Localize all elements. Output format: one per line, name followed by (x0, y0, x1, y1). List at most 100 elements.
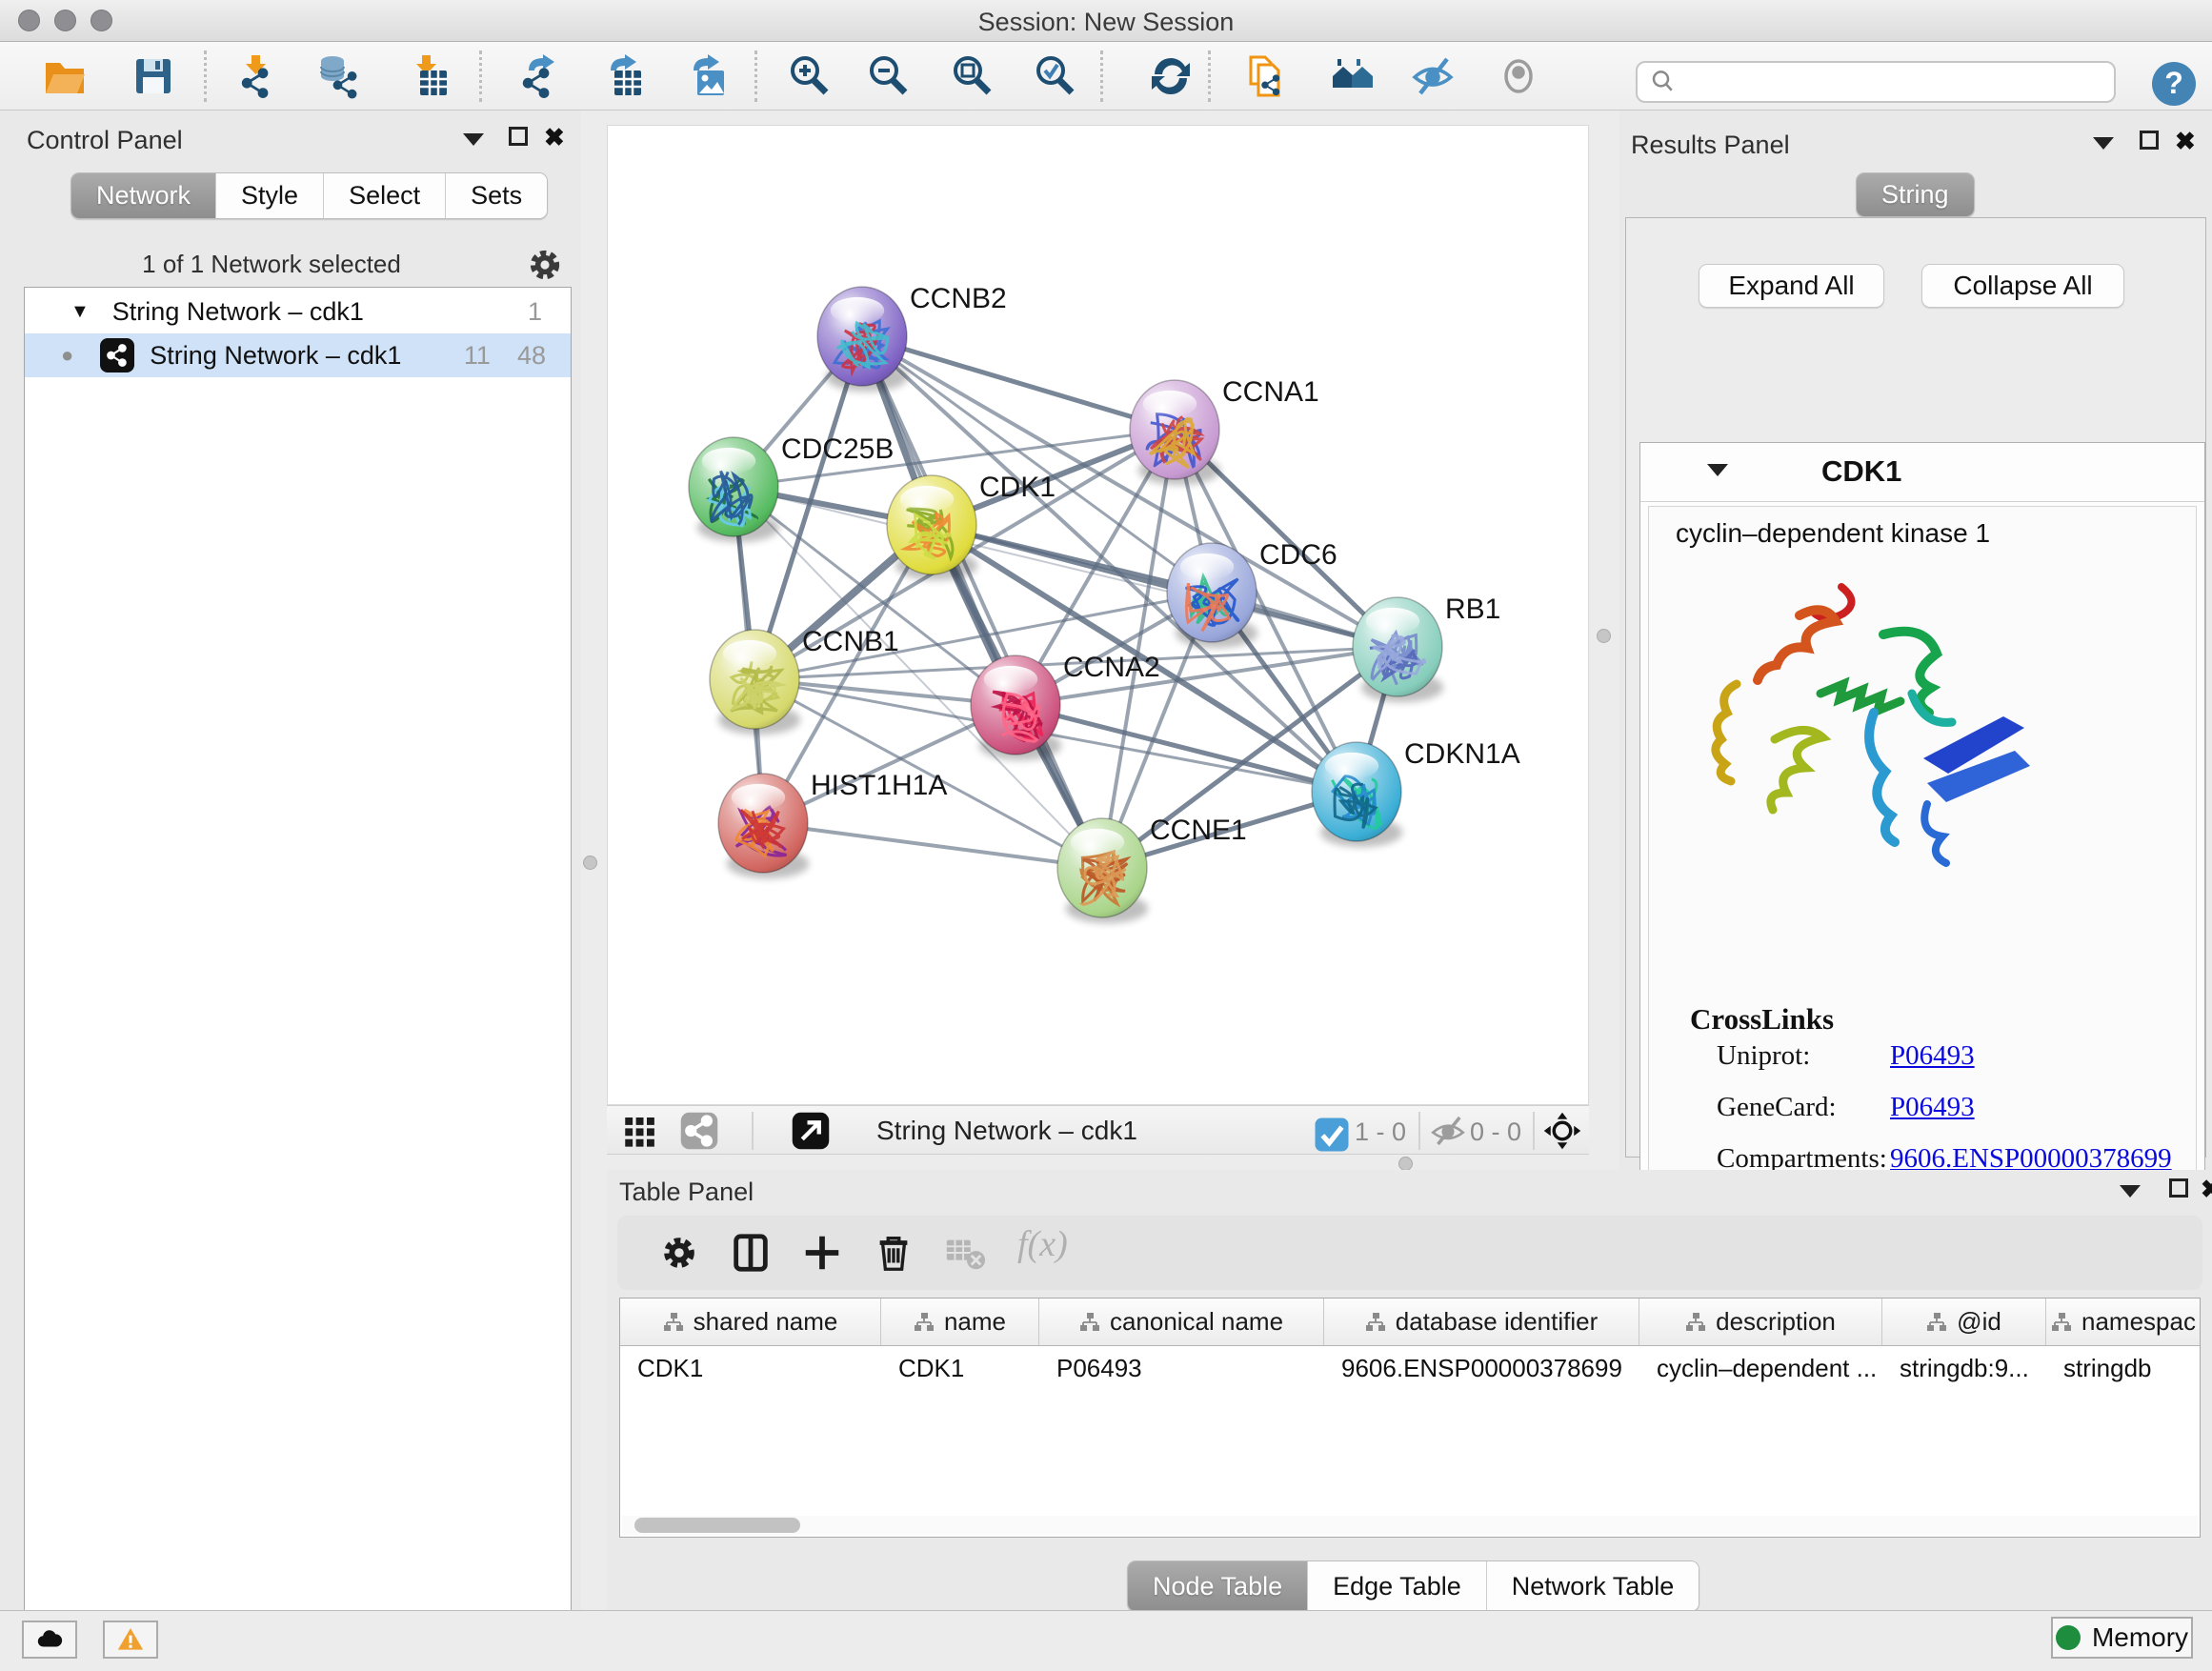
tab-network-table[interactable]: Network Table (1486, 1561, 1699, 1611)
table-cell[interactable]: P06493 (1039, 1346, 1324, 1390)
memory-status-dot (2056, 1625, 2081, 1650)
network-canvas[interactable]: CCNB2 CCNA1 CDC25BCDK1 CDC6RB1 CCNB1 CCNA2 CDK… (607, 125, 1589, 1105)
node-CCNB1[interactable]: CCNB1 (710, 626, 899, 735)
table-cell[interactable]: stringdb (2046, 1346, 2201, 1390)
clone-network-icon[interactable] (1240, 51, 1294, 101)
table-options-gear-icon[interactable] (657, 1231, 701, 1275)
tab-string[interactable]: String (1857, 173, 1974, 216)
table-cell[interactable]: cyclin–dependent ... (1639, 1346, 1882, 1390)
network-share-icon[interactable] (679, 1111, 719, 1151)
fit-selected-crosshair-icon[interactable] (1542, 1111, 1582, 1151)
panel-menu-icon[interactable] (463, 133, 484, 146)
node-CCNB2[interactable]: CCNB2 (817, 283, 1007, 392)
crosslink-link[interactable]: P06493 (1890, 1092, 1975, 1122)
tab-style[interactable]: Style (215, 173, 323, 218)
close-panel-icon[interactable]: ✖ (544, 123, 565, 152)
node-CDKN1A[interactable]: CDKN1A (1312, 738, 1520, 847)
tab-select[interactable]: Select (323, 173, 445, 218)
crosslink-link[interactable]: P06493 (1890, 1040, 1975, 1071)
cloud-status-button[interactable] (22, 1621, 77, 1659)
delete-column-trash-icon[interactable] (872, 1231, 915, 1275)
node-CDC6[interactable]: CDC6 (1167, 539, 1337, 648)
table-cell[interactable]: CDK1 (620, 1346, 881, 1390)
memory-button[interactable]: Memory (2051, 1617, 2193, 1659)
node-CCNA2[interactable]: CCNA2 (971, 652, 1160, 760)
warnings-button[interactable] (103, 1621, 158, 1659)
import-database-icon[interactable] (314, 51, 368, 101)
close-panel-icon[interactable]: ✖ (2201, 1175, 2212, 1204)
float-panel-icon[interactable] (509, 127, 528, 146)
column-header-namespac[interactable]: namespac (2046, 1299, 2201, 1346)
float-panel-icon[interactable] (2169, 1178, 2188, 1198)
network-collection-row[interactable]: ▼ String Network – cdk1 1 (25, 290, 571, 333)
column-header-description[interactable]: description (1639, 1299, 1882, 1346)
export-image-icon[interactable] (678, 51, 732, 101)
tab-node-table[interactable]: Node Table (1128, 1561, 1307, 1611)
open-in-window-icon[interactable] (791, 1111, 831, 1151)
left-splitter-handle[interactable] (583, 856, 597, 870)
expander-icon[interactable]: ▼ (70, 301, 90, 323)
birds-eye-grid-icon[interactable] (620, 1111, 660, 1151)
node-CCNA1[interactable]: CCNA1 (1130, 376, 1319, 485)
zoom-in-icon[interactable] (783, 51, 836, 101)
tab-sets[interactable]: Sets (445, 173, 547, 218)
gene-section-header[interactable]: CDK1 (1640, 443, 2204, 502)
selected-checkbox-icon[interactable] (1312, 1115, 1344, 1147)
column-header-database-identifier[interactable]: database identifier (1324, 1299, 1639, 1346)
node-CDC25B[interactable]: CDC25B (689, 433, 894, 542)
close-panel-icon[interactable]: ✖ (2175, 127, 2196, 156)
save-session-icon[interactable] (127, 51, 180, 101)
node-HIST1H1A[interactable]: HIST1H1A (718, 770, 947, 878)
panel-menu-icon[interactable] (2120, 1185, 2141, 1198)
zoom-out-icon[interactable] (862, 51, 915, 101)
node-RB1[interactable]: RB1 (1353, 594, 1500, 702)
network-row-selected[interactable]: ● String Network – cdk1 11 48 (25, 333, 571, 377)
refresh-icon[interactable] (1144, 51, 1197, 101)
column-header-name[interactable]: name (881, 1299, 1039, 1346)
table-cell[interactable]: CDK1 (881, 1346, 1039, 1390)
network-graph[interactable]: CCNB2 CCNA1 CDC25BCDK1 CDC6RB1 CCNB1 CCNA2 CDK… (608, 126, 1588, 1104)
column-header-canonical-name[interactable]: canonical name (1039, 1299, 1324, 1346)
hide-selected-icon[interactable] (1406, 51, 1459, 101)
collapse-all-button[interactable]: Collapse All (1921, 264, 2124, 308)
export-table-icon[interactable] (595, 51, 649, 101)
show-columns-icon[interactable] (729, 1231, 773, 1275)
collapse-section-icon[interactable] (1707, 464, 1728, 476)
right-splitter-handle[interactable] (1597, 629, 1611, 643)
network-options-gear-icon[interactable] (524, 244, 566, 286)
tab-edge-table[interactable]: Edge Table (1307, 1561, 1486, 1611)
open-session-icon[interactable] (38, 51, 91, 101)
node-CCNE1[interactable]: CCNE1 (1057, 815, 1247, 923)
node-table[interactable]: shared nameCDK1nameCDK1canonical nameP06… (619, 1298, 2201, 1538)
add-column-icon[interactable] (800, 1231, 844, 1275)
node-label-CCNE1: CCNE1 (1150, 815, 1247, 846)
memory-label: Memory (2092, 1622, 2188, 1653)
table-cell[interactable]: 9606.ENSP00000378699 (1324, 1346, 1639, 1390)
zoom-selected-icon[interactable] (1029, 51, 1082, 101)
column-header-shared-name[interactable]: shared name (620, 1299, 881, 1346)
export-network-icon[interactable] (513, 51, 567, 101)
table-cell[interactable]: stringdb:9... (1882, 1346, 2046, 1390)
first-neighbors-icon[interactable] (1326, 51, 1379, 101)
help-icon[interactable]: ? (2152, 62, 2196, 106)
toolbar-divider (1100, 50, 1103, 102)
import-network-icon[interactable] (231, 51, 284, 101)
edge-HIST1H1A-CCNE1[interactable] (763, 823, 1102, 868)
panel-menu-icon[interactable] (2093, 137, 2114, 150)
zoom-fit-icon[interactable] (946, 51, 999, 101)
show-all-icon[interactable] (1492, 51, 1545, 101)
horizontal-scrollbar[interactable] (622, 1516, 2198, 1535)
hidden-eye-slash-icon[interactable] (1428, 1111, 1468, 1151)
import-table-icon[interactable] (401, 51, 454, 101)
scrollbar-thumb[interactable] (634, 1518, 800, 1533)
collection-label: String Network – cdk1 (112, 297, 364, 327)
search-input[interactable] (1678, 65, 2114, 99)
tab-network[interactable]: Network (71, 173, 215, 218)
edge-CCNB2-CCNA1[interactable] (862, 336, 1175, 430)
column-header-@id[interactable]: @id (1882, 1299, 2046, 1346)
float-panel-icon[interactable] (2140, 131, 2159, 150)
bottom-splitter-handle[interactable] (1398, 1157, 1413, 1171)
expand-all-button[interactable]: Expand All (1699, 264, 1884, 308)
search-field[interactable] (1636, 61, 2116, 103)
node-CDK1[interactable]: CDK1 (887, 472, 1056, 580)
